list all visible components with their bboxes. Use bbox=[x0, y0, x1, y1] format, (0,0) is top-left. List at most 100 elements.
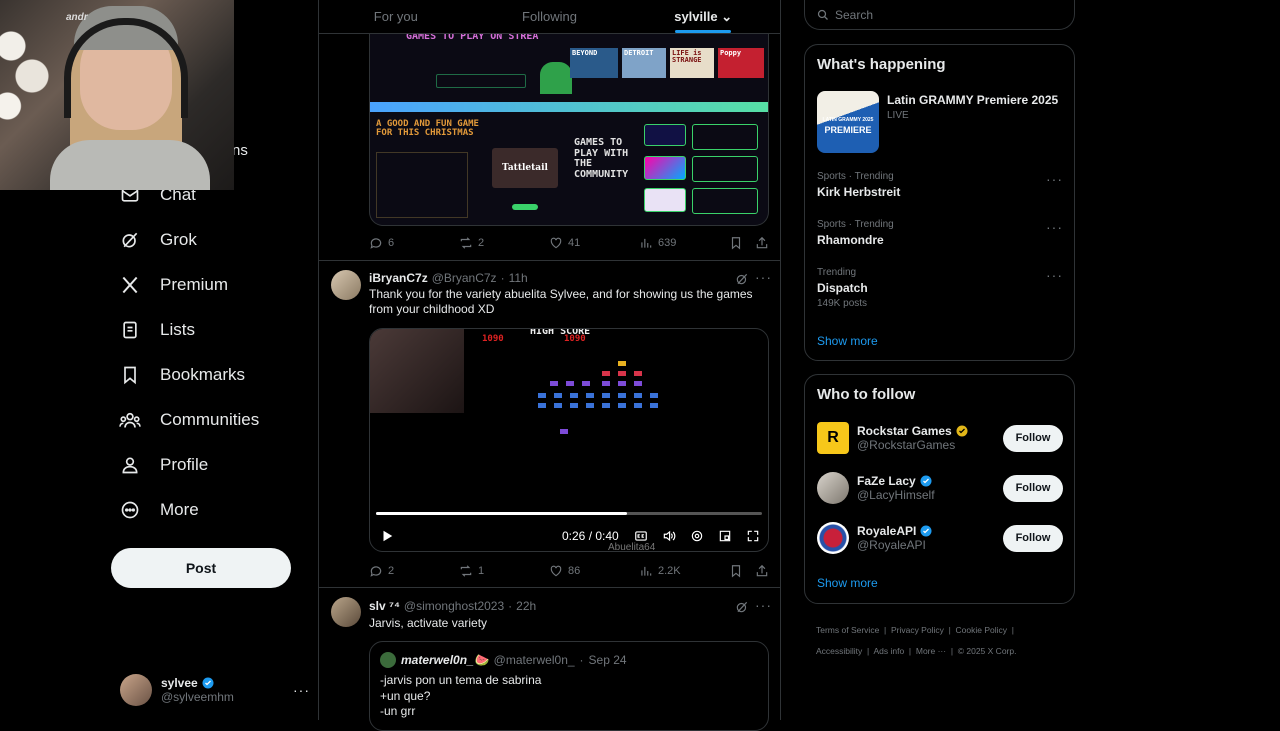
trend-more-icon[interactable]: ··· bbox=[1046, 219, 1063, 235]
quoted-post-text: -jarvis pon un tema de sabrina +un que? … bbox=[380, 673, 542, 718]
more-circle-icon bbox=[118, 498, 142, 522]
trend-more-icon[interactable]: ··· bbox=[1046, 171, 1063, 187]
nav-item-lists[interactable]: Lists bbox=[118, 308, 195, 352]
footer-link-cookie[interactable]: Cookie Policy bbox=[956, 625, 1008, 635]
post-time[interactable]: 11h bbox=[509, 271, 528, 285]
like-button[interactable]: 86 bbox=[549, 564, 639, 578]
verified-badge-icon bbox=[920, 525, 932, 537]
tab-for-you[interactable]: For you bbox=[319, 0, 473, 33]
follow-button[interactable]: Follow bbox=[1003, 524, 1063, 552]
volume-icon[interactable] bbox=[662, 529, 676, 543]
nav-item-profile[interactable]: Profile bbox=[118, 443, 208, 487]
verified-badge-icon bbox=[920, 475, 932, 487]
quoted-post[interactable]: materwel0n_🍉 @materwel0n_ · Sep 24 -jarv… bbox=[369, 641, 769, 731]
profile-icon bbox=[118, 453, 142, 477]
trend-item[interactable]: Sports · Trending Rhamondre ··· bbox=[817, 219, 1063, 247]
nav-item-label: Premium bbox=[160, 275, 229, 294]
nav-item-label: Lists bbox=[160, 320, 195, 339]
like-button[interactable]: 41 bbox=[549, 236, 639, 250]
follow-button[interactable]: Follow bbox=[1003, 424, 1063, 452]
show-more-link[interactable]: Show more bbox=[817, 576, 878, 590]
tab-sylville[interactable]: sylville ⌄ bbox=[626, 0, 780, 33]
post-text: Jarvis, activate variety bbox=[369, 616, 488, 630]
author-name[interactable]: iBryanC7z bbox=[369, 271, 428, 285]
post-time[interactable]: 22h bbox=[516, 599, 536, 613]
reply-button[interactable]: 6 bbox=[369, 236, 459, 250]
views-button[interactable]: 2.2K bbox=[639, 564, 729, 578]
footer-link-accessibility[interactable]: Accessibility bbox=[816, 646, 862, 656]
follow-suggestion[interactable]: R Rockstar Games @RockstarGames Follow bbox=[817, 421, 1063, 455]
show-more-link[interactable]: Show more bbox=[817, 334, 878, 348]
share-icon[interactable] bbox=[755, 564, 769, 578]
grok-icon[interactable] bbox=[735, 600, 749, 614]
bookmark-icon[interactable] bbox=[729, 564, 743, 578]
share-icon[interactable] bbox=[755, 236, 769, 250]
nav-item-more[interactable]: More bbox=[118, 488, 199, 532]
follow-suggestion[interactable]: RoyaleAPI @RoyaleAPI Follow bbox=[817, 521, 1063, 555]
repost-button[interactable]: 1 bbox=[459, 564, 549, 578]
collage-text-card bbox=[692, 156, 758, 182]
latin-grammy-thumbnail[interactable]: LATIN GRAMMY 2025 PREMIERE bbox=[817, 91, 879, 153]
post-button[interactable]: Post bbox=[111, 548, 291, 588]
avatar[interactable] bbox=[331, 270, 361, 300]
grok-icon[interactable] bbox=[735, 272, 749, 286]
play-icon[interactable] bbox=[380, 529, 394, 543]
grok-icon bbox=[118, 228, 142, 252]
footer-copyright: © 2025 X Corp. bbox=[957, 646, 1017, 656]
account-more-icon[interactable]: ··· bbox=[293, 682, 310, 698]
trend-item[interactable]: Trending Dispatch 149K posts ··· bbox=[817, 267, 1063, 309]
nav-item-communities[interactable]: Communities bbox=[118, 398, 259, 442]
trend-item[interactable]: Sports · Trending Kirk Herbstreit ··· bbox=[817, 171, 1063, 199]
rockstar-logo: R bbox=[817, 422, 849, 454]
card-title: Who to follow bbox=[817, 386, 916, 403]
more-options-icon[interactable]: ··· bbox=[755, 269, 772, 285]
avatar[interactable] bbox=[331, 597, 361, 627]
heart-icon bbox=[550, 237, 562, 249]
who-to-follow-card: Who to follow R Rockstar Games @Rockstar… bbox=[804, 374, 1075, 604]
follow-button[interactable]: Follow bbox=[1003, 474, 1063, 502]
post-actions: 6 2 41 639 bbox=[369, 236, 769, 250]
follow-suggestion[interactable]: FaZe Lacy @LacyHimself Follow bbox=[817, 471, 1063, 505]
live-badge: LIVE bbox=[887, 110, 909, 121]
views-button[interactable]: 639 bbox=[639, 236, 729, 250]
repost-icon bbox=[460, 237, 472, 249]
footer-link-privacy[interactable]: Privacy Policy bbox=[891, 625, 944, 635]
footer-link-more[interactable]: More ··· bbox=[916, 646, 946, 656]
author-name[interactable]: slv ⁷⁴ bbox=[369, 599, 400, 613]
webcam-overlay: andr bbox=[0, 0, 234, 190]
nav-item-partial-label[interactable]: ns bbox=[232, 142, 248, 159]
bookmark-icon[interactable] bbox=[729, 236, 743, 250]
collage-text-box bbox=[376, 152, 468, 218]
account-switcher[interactable]: sylvee @sylveemhm ··· bbox=[120, 672, 310, 708]
verified-badge-icon bbox=[202, 677, 214, 689]
settings-gear-icon[interactable] bbox=[690, 529, 704, 543]
featured-event-title[interactable]: Latin GRAMMY Premiere 2025 bbox=[887, 93, 1058, 107]
search-input[interactable]: Search bbox=[804, 0, 1075, 30]
tab-following[interactable]: Following bbox=[473, 0, 627, 33]
author-handle[interactable]: @simonghost2023 bbox=[404, 599, 504, 613]
footer-link-terms[interactable]: Terms of Service bbox=[816, 625, 879, 635]
divider bbox=[319, 260, 780, 261]
reply-button[interactable]: 2 bbox=[369, 564, 459, 578]
nav-item-label: Profile bbox=[160, 455, 209, 474]
more-options-icon[interactable]: ··· bbox=[755, 597, 772, 613]
nav-item-bookmarks[interactable]: Bookmarks bbox=[118, 353, 245, 397]
nav-item-grok[interactable]: Grok bbox=[118, 218, 197, 262]
nav-item-label: Grok bbox=[160, 230, 197, 249]
royaleapi-logo bbox=[817, 522, 849, 554]
pip-icon[interactable] bbox=[718, 529, 732, 543]
author-handle[interactable]: @BryanC7z bbox=[432, 271, 497, 285]
bookmark-icon bbox=[118, 363, 142, 387]
fullscreen-icon[interactable] bbox=[746, 529, 760, 543]
footer-link-ads-info[interactable]: Ads info bbox=[873, 646, 904, 656]
repost-button[interactable]: 2 bbox=[459, 236, 549, 250]
video-player[interactable]: HIGH SCORE 1090 1090 0:26 / 0:40 Abuelit… bbox=[369, 328, 769, 552]
nav-item-premium[interactable]: Premium bbox=[118, 263, 228, 307]
avatar bbox=[120, 674, 152, 706]
video-progress-track[interactable] bbox=[376, 512, 762, 515]
post-image-collage[interactable]: GAMES TO PLAY ON STREA BEYOND DETROIT LI… bbox=[369, 34, 769, 226]
trend-more-icon[interactable]: ··· bbox=[1046, 267, 1063, 283]
captions-icon[interactable] bbox=[634, 529, 648, 543]
collage-title-streaming: GAMES TO PLAY ON STREA bbox=[406, 34, 539, 42]
post-header: iBryanC7z @BryanC7z · 11h bbox=[369, 271, 528, 285]
